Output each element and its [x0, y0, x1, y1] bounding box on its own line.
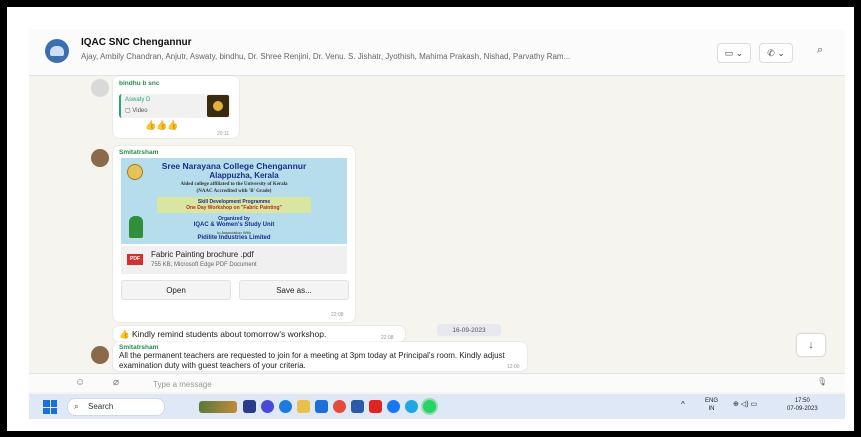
quoted-type: ▢ Video — [125, 108, 148, 114]
chat-header: IQAC SNC Chengannur Ajay, Ambily Chandra… — [29, 29, 845, 76]
chrome-icon[interactable] — [333, 400, 346, 413]
save-as-button[interactable]: Save as... — [239, 280, 349, 300]
message-composer: ☺ ⌀ 🎙 — [29, 373, 845, 392]
attachment-row[interactable]: PDF Fabric Painting brochure .pdf 755 KB… — [121, 246, 347, 274]
group-avatar[interactable] — [45, 39, 69, 63]
photo-frame: IQAC SNC Chengannur Ajay, Ambily Chandra… — [7, 7, 854, 431]
word-icon[interactable] — [351, 400, 364, 413]
clock-time: 17:50 — [794, 398, 810, 404]
poster-organizer: IQAC & Women's Study Unit — [193, 222, 275, 228]
message-list[interactable]: bindhu b snc Aswaty D ▢ Video 👍👍👍 20:11 … — [29, 76, 845, 371]
pdf-icon: PDF — [127, 254, 143, 265]
voice-call-button[interactable]: ✆ ⌄ — [759, 43, 793, 63]
message-input[interactable] — [151, 376, 795, 392]
taskbar-search[interactable]: ⌕ Search — [67, 398, 165, 416]
scroll-down-button[interactable]: ↓ — [797, 334, 825, 356]
message-text: All the permanent teachers are requested… — [119, 351, 505, 370]
message-time: 20:11 — [217, 131, 230, 137]
sender-avatar[interactable] — [91, 149, 109, 167]
group-icon — [50, 46, 64, 56]
taskbar-search-label: Search — [88, 402, 114, 411]
flower-thumbnail-icon — [213, 101, 223, 111]
emoji-icon[interactable]: ☺ — [75, 377, 85, 388]
language-indicator[interactable]: ENG IN — [705, 397, 718, 413]
youtube-icon[interactable] — [369, 400, 382, 413]
reactions[interactable]: 👍👍👍 — [145, 120, 179, 131]
message-bubble[interactable]: Smitatrsham All the permanent teachers a… — [113, 342, 527, 371]
facebook-icon[interactable] — [387, 400, 400, 413]
sender-name: Smitatrsham — [119, 344, 159, 351]
sender-name: Smitatrsham — [119, 149, 159, 156]
video-thumbnail[interactable] — [207, 95, 229, 117]
quoted-name: Aswaty D — [125, 97, 151, 103]
poster-programme-box: Skill Development Programme One Day Work… — [157, 197, 311, 213]
date-separator: 16-09-2023 — [437, 324, 501, 336]
poster-partner: Pidilite Industries Limited — [197, 235, 271, 241]
chat-app-icon[interactable] — [261, 400, 274, 413]
windows-taskbar: ⌕ Search ^ ENG IN ⊕ ◁) ▭ 17:50 07-09-202… — [29, 394, 845, 419]
message-bubble[interactable]: Smitatrsham Sree Narayana College Chenga… — [113, 146, 355, 322]
attach-icon[interactable]: ⌀ — [113, 377, 119, 388]
clock-date: 07-09-2023 — [787, 406, 818, 412]
message-bubble[interactable]: 👍 Kindly remind students about tomorrow'… — [113, 326, 405, 342]
quoted-type-label: Video — [132, 108, 148, 114]
poster-college: Sree Narayana College Chengannur — [161, 161, 307, 171]
poster-place: Alappuzha, Kerala — [209, 171, 279, 180]
network-volume-battery-icons[interactable]: ⊕ ◁) ▭ — [733, 401, 757, 409]
open-button[interactable]: Open — [121, 280, 231, 300]
tray-lang: ENG — [705, 398, 719, 404]
arrow-down-icon: ↓ — [808, 339, 814, 351]
microphone-icon[interactable]: 🎙 — [817, 377, 827, 386]
group-members[interactable]: Ajay, Ambily Chandran, Anjutr, Aswaty, b… — [81, 52, 661, 61]
file-explorer-icon[interactable] — [297, 400, 310, 413]
message-time: 22:08 — [331, 312, 344, 318]
group-title[interactable]: IQAC SNC Chengannur — [81, 37, 192, 48]
sender-name: bindhu b snc — [119, 80, 160, 87]
quoted-message[interactable]: Aswaty D ▢ Video — [119, 94, 231, 118]
message-bubble[interactable]: bindhu b snc Aswaty D ▢ Video 👍👍👍 20:11 — [113, 76, 239, 138]
clock[interactable]: 17:50 07-09-2023 — [787, 397, 818, 413]
message-text: 👍 Kindly remind students about tomorrow'… — [119, 329, 327, 339]
brochure-image[interactable]: Sree Narayana College Chengannur Alappuz… — [121, 158, 347, 244]
file-app-icon[interactable] — [243, 400, 256, 413]
poster-workshop: One Day Workshop on "Fabric Painting" — [186, 205, 282, 211]
edge-icon[interactable] — [279, 400, 292, 413]
tray-chevron-icon[interactable]: ^ — [681, 401, 685, 409]
file-name: Fabric Painting brochure .pdf — [151, 250, 254, 259]
whatsapp-icon[interactable] — [423, 400, 436, 413]
widgets-icon[interactable] — [199, 401, 237, 413]
search-icon[interactable]: ⌕ — [817, 44, 823, 57]
telegram-icon[interactable] — [405, 400, 418, 413]
search-icon: ⌕ — [74, 401, 80, 411]
video-call-button[interactable]: ▭ ⌄ — [717, 43, 751, 63]
message-time: 22:08 — [381, 335, 394, 341]
tray-region: IN — [708, 406, 715, 412]
whatsapp-window: IQAC SNC Chengannur Ajay, Ambily Chandra… — [29, 29, 845, 419]
message-time: 12:00 — [507, 364, 520, 370]
poster-affiliation: Aided college affiliated to the Universi… — [180, 182, 288, 187]
sender-avatar[interactable] — [91, 79, 109, 97]
poster-accreditation: (NAAC Accredited with 'B' Grade) — [196, 189, 272, 194]
tree-illustration-icon — [129, 216, 143, 238]
file-meta: 755 KB, Microsoft Edge PDF Document — [151, 262, 257, 268]
store-icon[interactable] — [315, 400, 328, 413]
windows-start-icon[interactable] — [43, 400, 57, 414]
sender-avatar[interactable] — [91, 346, 109, 364]
